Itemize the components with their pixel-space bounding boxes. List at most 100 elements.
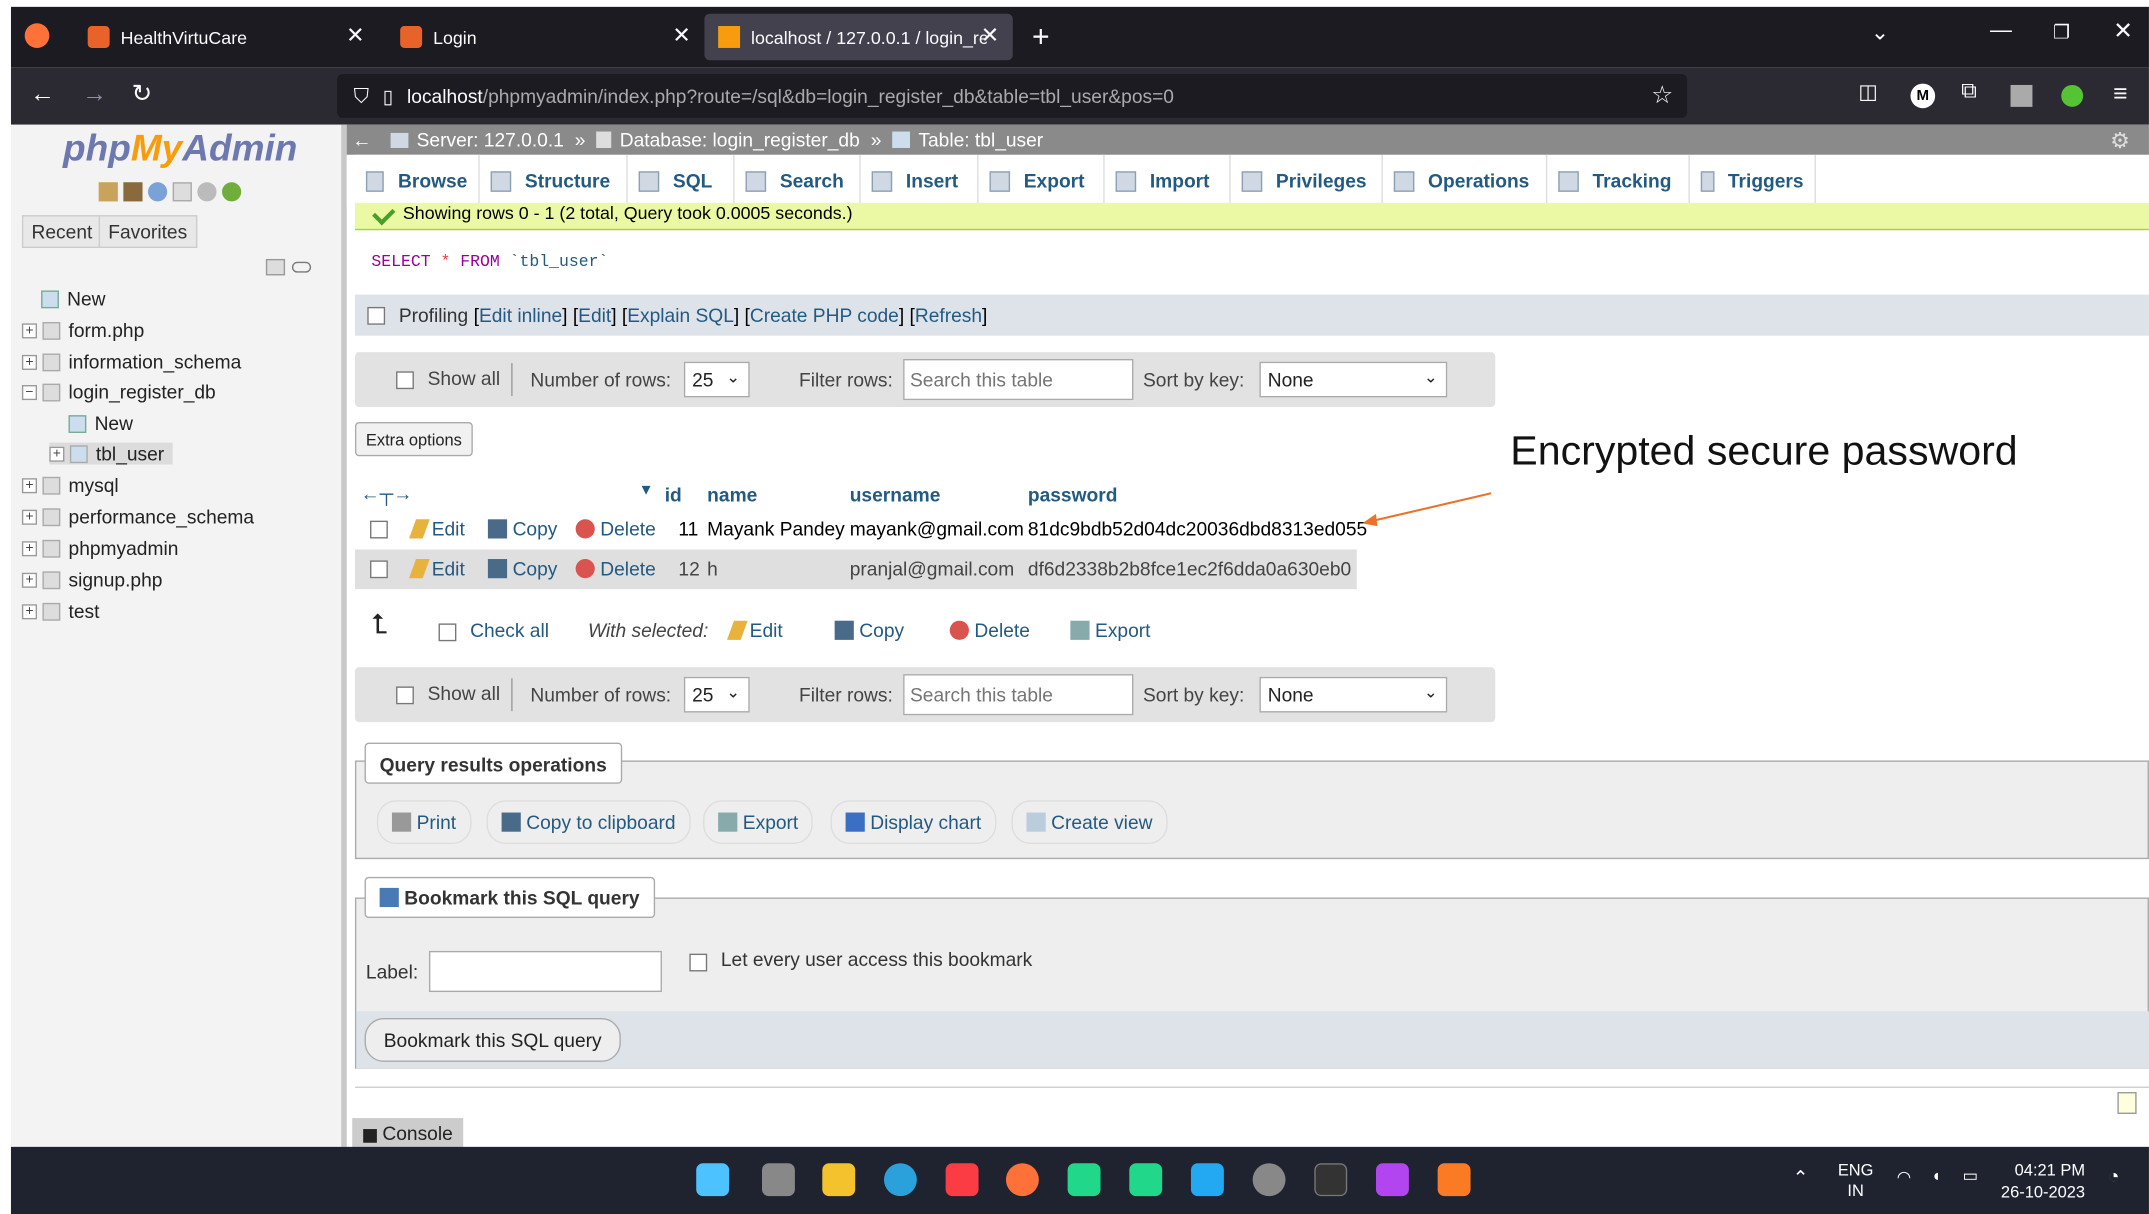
check-all-checkbox[interactable] bbox=[438, 623, 457, 642]
export-results-button[interactable]: Export bbox=[703, 800, 814, 845]
row-edit-link[interactable]: Edit bbox=[409, 558, 465, 580]
favorites-button[interactable]: Favorites bbox=[98, 215, 197, 249]
new-tab-icon[interactable]: + bbox=[1032, 19, 1050, 55]
tab-login[interactable]: Login ✕ bbox=[386, 14, 704, 61]
row-checkbox[interactable] bbox=[370, 560, 388, 579]
filter-rows-input[interactable] bbox=[903, 674, 1134, 716]
tab-browse[interactable]: Browse bbox=[354, 154, 480, 207]
tab-import[interactable]: Import bbox=[1105, 154, 1231, 207]
forward-arrow-icon[interactable]: → bbox=[82, 79, 107, 108]
battery-icon[interactable]: ▭ bbox=[1963, 1166, 1979, 1185]
tab-phpmyadmin[interactable]: localhost / 127.0.0.1 / login_reg ✕ bbox=[704, 13, 1013, 61]
notification-bell-icon[interactable]: ◔ bbox=[2108, 1165, 2120, 1187]
tab-tracking[interactable]: Tracking bbox=[1547, 154, 1690, 207]
restore-icon[interactable]: ❐ bbox=[2053, 21, 2070, 44]
bookmark-label-input[interactable] bbox=[428, 950, 662, 993]
tree-item-form-php[interactable]: + form.php bbox=[21, 319, 144, 341]
settings-gear-icon[interactable] bbox=[197, 182, 217, 202]
breadcrumb-server[interactable]: Server: 127.0.0.1 bbox=[417, 129, 564, 151]
settings-gear-icon[interactable]: ⚙ bbox=[2110, 127, 2130, 154]
show-all-checkbox[interactable] bbox=[396, 686, 414, 705]
extension-image-icon[interactable] bbox=[2010, 84, 2033, 107]
sort-by-key-select[interactable]: None ⌄ bbox=[1259, 361, 1448, 398]
firefox-icon[interactable] bbox=[1005, 1163, 1039, 1197]
tree-item-new[interactable]: New bbox=[41, 288, 106, 310]
phpmyadmin-logo[interactable]: phpMyAdmin bbox=[63, 127, 297, 169]
expand-icon[interactable]: + bbox=[21, 322, 38, 338]
collapse-icon[interactable]: − bbox=[21, 384, 38, 400]
tab-sql[interactable]: SQL bbox=[628, 154, 735, 207]
tab-insert[interactable]: Insert bbox=[861, 154, 979, 207]
page-settings-icon[interactable] bbox=[2117, 1092, 2137, 1114]
tree-item-signup-php[interactable]: + signup.php bbox=[21, 569, 162, 591]
list-tabs-chevron-icon[interactable]: ⌄ bbox=[1871, 19, 1889, 46]
column-name[interactable]: name bbox=[707, 484, 757, 506]
extensions-icon[interactable]: ⧉ bbox=[1961, 79, 1977, 104]
collapse-sidebar-icon[interactable]: ← bbox=[352, 129, 371, 151]
expand-icon[interactable]: + bbox=[21, 477, 38, 493]
bookmark-submit-button[interactable]: Bookmark this SQL query bbox=[364, 1018, 621, 1062]
minimize-icon[interactable]: — bbox=[1990, 19, 2012, 44]
link-with-main-icon[interactable] bbox=[291, 261, 312, 273]
tab-privileges[interactable]: Privileges bbox=[1231, 154, 1383, 207]
print-button[interactable]: Print bbox=[376, 800, 472, 845]
row-delete-link[interactable]: Delete bbox=[575, 558, 656, 580]
sort-by-key-select[interactable]: None ⌄ bbox=[1259, 676, 1448, 713]
tree-item-new-table[interactable]: New bbox=[68, 412, 133, 434]
profile-avatar-icon[interactable]: M bbox=[1910, 83, 1936, 109]
tree-item-mysql[interactable]: + mysql bbox=[21, 474, 119, 496]
tab-search[interactable]: Search bbox=[735, 154, 861, 207]
volume-icon[interactable]: ◖ bbox=[1931, 1166, 1941, 1185]
chatgpt-icon[interactable] bbox=[1252, 1163, 1286, 1197]
rows-per-page-select[interactable]: 25 ⌄ bbox=[683, 676, 750, 713]
share-bookmark-checkbox[interactable] bbox=[689, 953, 708, 972]
bookmark-star-icon[interactable]: ☆ bbox=[1651, 81, 1673, 110]
tree-item-performance-schema[interactable]: + performance_schema bbox=[21, 506, 254, 528]
expand-icon[interactable]: + bbox=[49, 446, 65, 462]
close-tab-icon[interactable]: ✕ bbox=[672, 22, 690, 49]
bulk-copy-button[interactable]: Copy bbox=[834, 619, 904, 641]
pycharm-icon[interactable] bbox=[1129, 1163, 1163, 1197]
tree-item-information-schema[interactable]: + information_schema bbox=[21, 351, 241, 373]
column-password[interactable]: password bbox=[1028, 484, 1118, 506]
expand-icon[interactable]: + bbox=[21, 540, 38, 556]
create-view-button[interactable]: Create view bbox=[1011, 800, 1168, 845]
clock[interactable]: 04:21 PM 26-10-2023 bbox=[2001, 1159, 2085, 1203]
terminal-icon[interactable] bbox=[1314, 1163, 1348, 1197]
close-window-icon[interactable]: ✕ bbox=[2113, 18, 2133, 45]
wifi-icon[interactable]: ◠ bbox=[1897, 1167, 1911, 1186]
edit-link[interactable]: Edit bbox=[578, 304, 611, 326]
language-indicator[interactable]: ENG IN bbox=[1838, 1161, 1874, 1202]
display-chart-button[interactable]: Display chart bbox=[830, 800, 997, 845]
reload-nav-icon[interactable] bbox=[222, 182, 242, 202]
shield-icon[interactable]: ⛉ bbox=[354, 84, 369, 107]
edit-inline-link[interactable]: Edit inline bbox=[479, 304, 562, 326]
column-arrows-icon[interactable]: ←┬→ bbox=[360, 482, 412, 504]
create-php-code-link[interactable]: Create PHP code bbox=[750, 304, 899, 326]
bulk-export-button[interactable]: Export bbox=[1070, 619, 1150, 641]
expand-icon[interactable]: + bbox=[21, 603, 38, 619]
logout-icon[interactable] bbox=[123, 182, 143, 202]
file-explorer-icon[interactable] bbox=[822, 1163, 856, 1197]
bulk-delete-button[interactable]: Delete bbox=[949, 619, 1030, 641]
row-copy-link[interactable]: Copy bbox=[487, 558, 557, 580]
windows-start-icon[interactable] bbox=[696, 1163, 730, 1197]
close-tab-icon[interactable]: ✕ bbox=[346, 22, 364, 49]
tab-structure[interactable]: Structure bbox=[480, 154, 628, 207]
copy-to-clipboard-button[interactable]: Copy to clipboard bbox=[486, 800, 691, 845]
recent-button[interactable]: Recent bbox=[21, 215, 102, 249]
expand-icon[interactable]: + bbox=[21, 572, 38, 588]
tab-healthvirtucare[interactable]: HealthVirtuCare ✕ bbox=[74, 14, 378, 61]
show-all-checkbox[interactable] bbox=[396, 371, 414, 390]
profiling-checkbox[interactable] bbox=[367, 306, 386, 325]
tree-item-phpmyadmin[interactable]: + phpmyadmin bbox=[21, 537, 178, 559]
extra-options-button[interactable]: Extra options bbox=[354, 422, 473, 457]
help-icon[interactable] bbox=[148, 182, 168, 202]
back-arrow-icon[interactable]: ← bbox=[30, 79, 55, 108]
clion-icon[interactable] bbox=[1067, 1163, 1101, 1197]
tree-item-test[interactable]: + test bbox=[21, 600, 99, 622]
row-copy-link[interactable]: Copy bbox=[487, 518, 557, 540]
column-id[interactable]: id bbox=[665, 484, 682, 506]
tree-item-login-register-db[interactable]: − login_register_db bbox=[21, 381, 216, 403]
expand-icon[interactable]: + bbox=[21, 354, 38, 370]
